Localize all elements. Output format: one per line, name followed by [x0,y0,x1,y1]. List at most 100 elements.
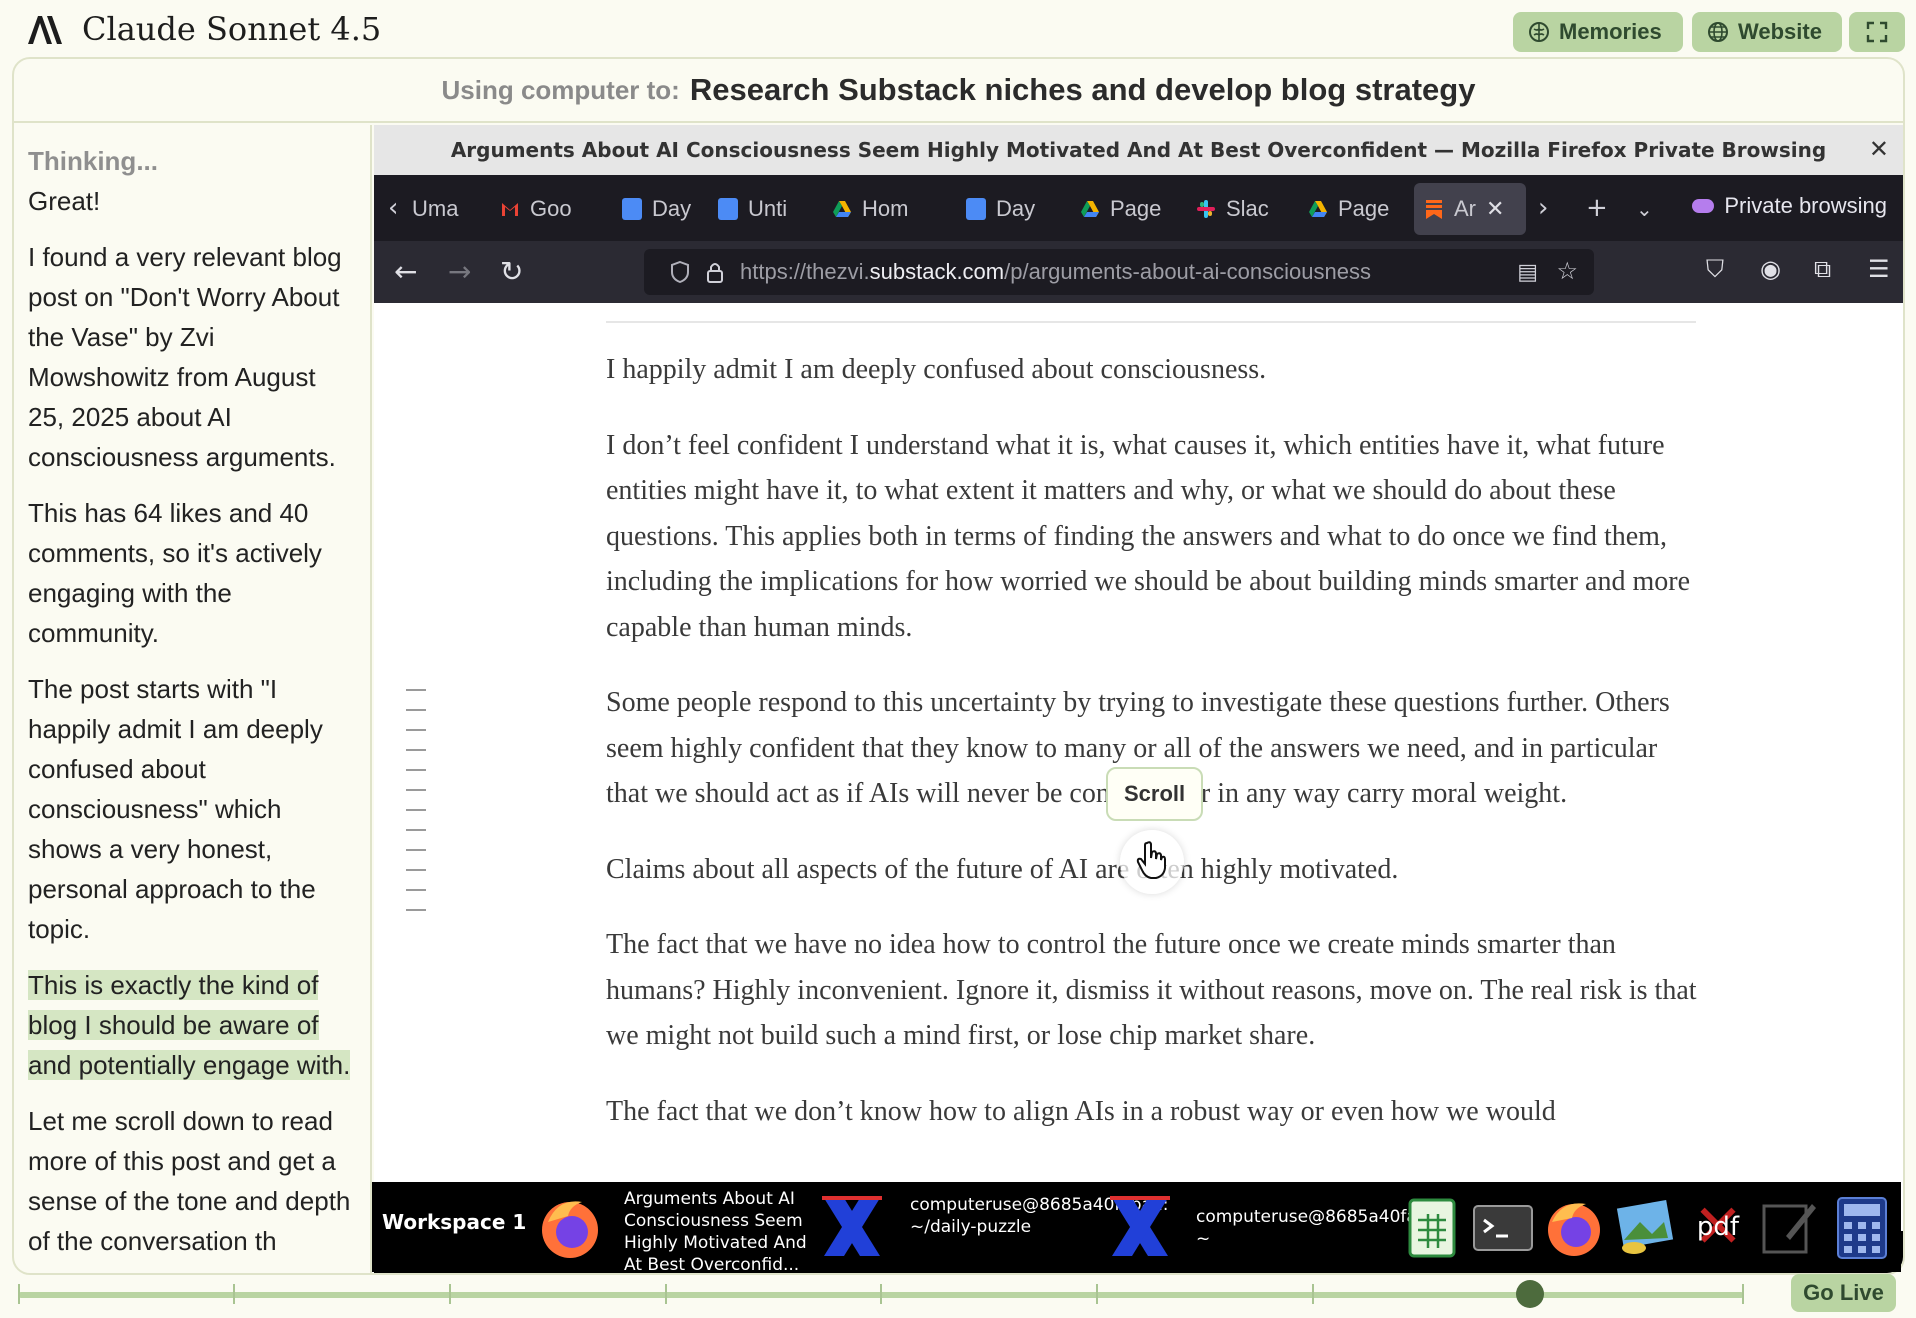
reader-view-icon[interactable]: ▤ [1517,259,1538,285]
close-tab-icon[interactable]: ✕ [1486,196,1504,222]
tab[interactable]: Uma [412,183,462,235]
tab-label: Unti [748,196,788,221]
scroll-action-tooltip: Scroll [1106,767,1204,821]
shield-icon[interactable] [670,261,690,283]
docs-icon [622,198,642,220]
timeline-tick[interactable] [233,1284,235,1304]
tab-docs[interactable]: Unti [718,183,800,235]
page-content[interactable]: I happily admit I am deeply confused abo… [374,303,1903,1231]
taskbar-terminal-2-title[interactable]: computeruse@8685a40fabad: ~ [1196,1206,1455,1250]
taskbar-terminal-1-title[interactable]: computeruse@8685a40fabad: ~/daily-puzzle [910,1194,1169,1238]
memories-button[interactable]: Memories [1513,12,1683,52]
substack-icon [1426,200,1442,219]
firefox-icon[interactable] [1542,1192,1606,1262]
thinking-paragraph-highlighted: This is exactly the kind of blog I shoul… [28,965,356,1085]
url-prefix: https://thezvi. [740,259,870,284]
timeline-tick[interactable] [665,1284,667,1304]
url-bar[interactable]: https://thezvi.substack.com/p/arguments-… [644,249,1594,295]
timeline-tick[interactable] [1096,1284,1098,1304]
account-icon[interactable]: ◉ [1760,255,1781,283]
forward-arrow-icon[interactable]: → [448,255,471,288]
spreadsheet-icon[interactable] [1404,1192,1460,1262]
scroll-tabs-left-icon[interactable]: ‹ [388,193,398,223]
article-paragraph: The fact that we don’t know how to align… [606,1095,1556,1127]
tab-slack[interactable]: Slac [1196,183,1282,235]
session-frame: Using computer to: Research Substack nic… [12,57,1905,1275]
task-prefix: Using computer to: [441,74,680,105]
tab-docs[interactable]: Day [622,183,694,235]
docs-icon [718,198,738,220]
thinking-paragraph: Let me scroll down to read more of this … [28,1106,351,1256]
tab-drive[interactable]: Page [1080,183,1166,235]
calculator-icon[interactable] [1830,1192,1894,1262]
anthropic-logo-icon [28,16,62,44]
pocket-icon[interactable]: ⛉ [1706,255,1724,283]
article-paragraph: I happily admit I am deeply confused abo… [606,354,1267,385]
thinking-paragraph: This has 64 likes and 40 comments, so it… [28,498,322,648]
hand-cursor-icon [1136,841,1166,879]
menu-hamburger-icon[interactable]: ☰ [1868,255,1890,283]
text-editor-icon[interactable] [1756,1192,1820,1262]
fullscreen-button[interactable] [1849,12,1905,52]
bookmark-star-icon[interactable]: ☆ [1556,257,1578,286]
tab-active-substack[interactable]: Ar ✕ [1414,183,1526,235]
reload-icon[interactable]: ↻ [500,255,523,288]
go-live-button[interactable]: Go Live [1791,1274,1896,1312]
tab-gmail[interactable]: Goo [500,183,582,235]
timeline-scrubber-handle[interactable] [1515,1280,1544,1308]
highlighted-text: This is exactly the kind of blog I shoul… [28,970,351,1080]
tab-docs[interactable]: Day [966,183,1038,235]
app-title: Claude Sonnet 4.5 [82,10,382,48]
firefox-icon[interactable] [538,1192,602,1262]
xterm-icon[interactable] [820,1192,884,1262]
article-paragraph: I don’t feel confident I understand what… [606,429,1691,643]
app-header: Claude Sonnet 4.5 Memories Website [0,0,1916,60]
back-arrow-icon[interactable]: ← [394,255,417,288]
close-window-icon[interactable]: ✕ [1869,135,1889,163]
workspace-label[interactable]: Workspace 1 [382,1210,526,1234]
table-of-contents-dashes[interactable] [406,689,430,929]
window-title: Arguments About AI Consciousness Seem Hi… [450,138,1827,162]
tab-label: Day [652,196,692,221]
thinking-status: Thinking... [28,146,158,176]
drive-icon [1081,201,1099,217]
new-tab-icon[interactable]: + [1586,193,1608,223]
tab-drive[interactable]: Page [1308,183,1394,235]
scroll-tabs-right-icon[interactable]: › [1538,193,1548,223]
image-viewer-icon[interactable] [1612,1192,1676,1262]
extensions-icon[interactable]: ⧉ [1814,255,1831,283]
pdf-label: pdf [1696,1212,1740,1242]
tab-label: Hom [862,196,909,221]
website-label: Website [1738,19,1822,44]
tab-label: Ar [1454,196,1476,221]
window-title-bar: Arguments About AI Consciousness Seem Hi… [374,125,1903,175]
url-text[interactable]: https://thezvi.substack.com/p/arguments-… [740,259,1371,285]
timeline-tick[interactable] [18,1284,20,1304]
list-tabs-chevron-down-icon[interactable]: ⌄ [1636,197,1653,221]
terminal-icon[interactable] [1470,1192,1536,1262]
task-banner: Using computer to: Research Substack nic… [14,59,1903,123]
task-title: Research Substack niches and develop blo… [689,72,1476,107]
taskbar-firefox-title[interactable]: Arguments About AI Consciousness Seem Hi… [624,1188,814,1276]
expand-icon [1866,21,1888,43]
tab-label: Uma [412,196,459,221]
private-browsing-label: Private browsing [1724,193,1887,218]
timeline-tick[interactable] [1312,1284,1314,1304]
tab-label: Day [996,196,1036,221]
url-path: /p/arguments-about-ai-consciousness [1004,259,1371,284]
lock-icon[interactable] [706,261,724,283]
website-button[interactable]: Website [1692,12,1842,52]
tab-label: Slac [1226,196,1269,221]
brain-icon [1529,22,1549,42]
drive-icon [833,201,851,217]
xterm-icon[interactable] [1108,1192,1172,1262]
replay-timeline[interactable] [18,1280,1744,1308]
timeline-tick[interactable] [449,1284,451,1304]
private-mask-icon [1692,199,1715,213]
thinking-panel[interactable]: Thinking... Great! I found a very releva… [14,125,372,1273]
pdf-viewer-icon[interactable]: ✕ pdf [1690,1194,1746,1260]
timeline-tick[interactable] [880,1284,882,1304]
timeline-tick[interactable] [1742,1284,1744,1304]
tab-drive[interactable]: Hom [832,183,918,235]
thinking-paragraph: The post starts with "I happily admit I … [28,674,323,944]
